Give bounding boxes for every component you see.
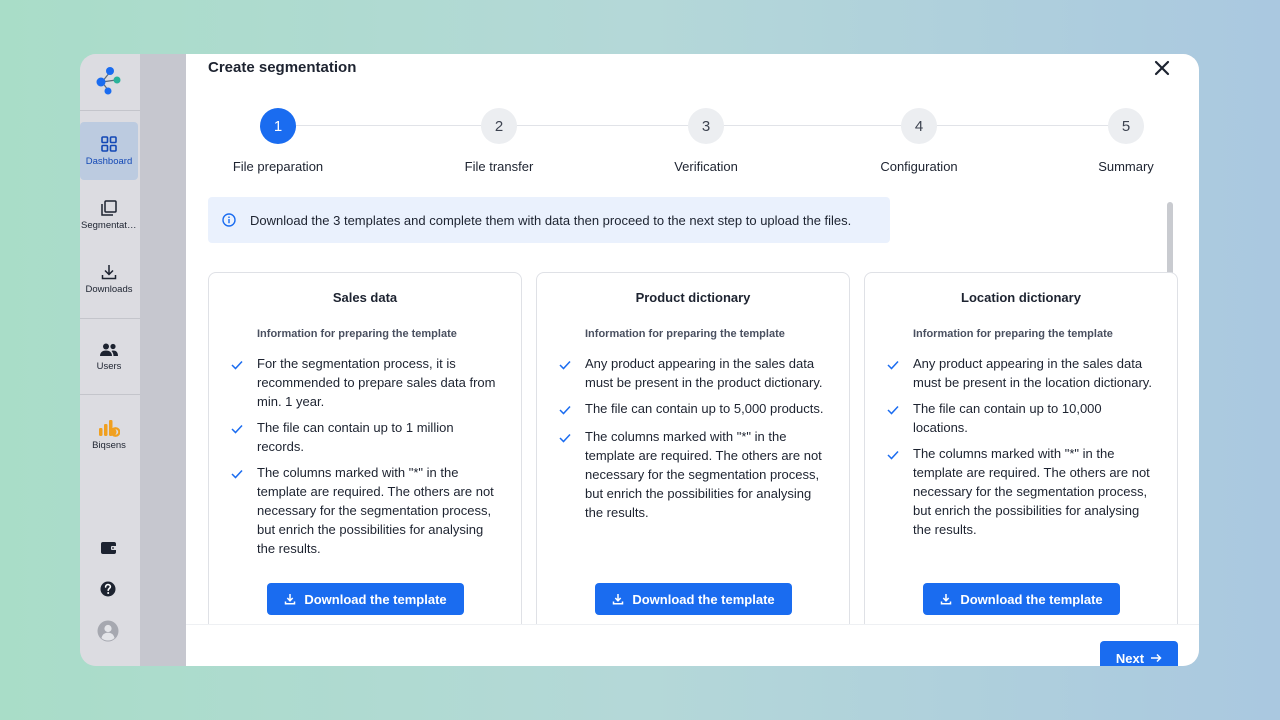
layers-icon — [101, 200, 117, 216]
card-location-dictionary: Location dictionary Information for prep… — [864, 272, 1178, 624]
card-bullets: For the segmentation process, it is reco… — [231, 354, 497, 558]
step-summary[interactable]: 5 Summary — [1056, 108, 1196, 174]
button-label: Next — [1115, 650, 1145, 666]
step-number: 2 — [481, 108, 517, 144]
avatar-icon[interactable] — [97, 620, 119, 642]
check-icon — [231, 360, 243, 370]
sidebar-item-biqsens[interactable]: Biqsens — [80, 406, 138, 464]
step-number: 3 — [688, 108, 724, 144]
sidebar-item-label: Users — [96, 361, 122, 372]
card-sales-data: Sales data Information for preparing the… — [208, 272, 522, 624]
button-label: Download the template — [960, 591, 1103, 607]
step-label: File preparation — [232, 159, 324, 174]
sidebar-item-label: Downloads — [85, 284, 133, 295]
card-product-dictionary: Product dictionary Information for prepa… — [536, 272, 850, 624]
list-item: The columns marked with "*" in the templ… — [887, 444, 1153, 539]
bullet-text: For the segmentation process, it is reco… — [257, 356, 496, 409]
download-template-button[interactable]: Download the template — [923, 583, 1120, 615]
list-item: The columns marked with "*" in the templ… — [231, 463, 497, 558]
template-cards: Sales data Information for preparing the… — [186, 272, 1199, 624]
card-subtitle: Information for preparing the template — [585, 328, 785, 340]
step-verification[interactable]: 3 Verification — [636, 108, 776, 174]
bullet-text: The columns marked with "*" in the templ… — [585, 429, 822, 520]
app-logo-icon[interactable] — [92, 64, 124, 96]
list-item: The file can contain up to 10,000 locati… — [887, 399, 1153, 437]
sidebar-divider — [80, 394, 140, 395]
card-bullets: Any product appearing in the sales data … — [887, 354, 1153, 539]
step-configuration[interactable]: 4 Configuration — [849, 108, 989, 174]
sidebar: Dashboard Segmentations Downloads User — [80, 54, 140, 666]
sidebar-item-label: Biqsens — [92, 440, 126, 451]
bullet-text: The file can contain up to 1 million rec… — [257, 420, 454, 454]
bullet-text: Any product appearing in the sales data … — [585, 356, 823, 390]
sidebar-item-users[interactable]: Users — [80, 328, 138, 386]
info-icon — [222, 213, 236, 227]
biqsens-logo-icon — [99, 420, 120, 437]
step-file-preparation[interactable]: 1 File preparation — [208, 108, 348, 174]
card-bullets: Any product appearing in the sales data … — [559, 354, 825, 522]
list-item: Any product appearing in the sales data … — [559, 354, 825, 392]
list-item: The file can contain up to 1 million rec… — [231, 418, 497, 456]
info-text: Download the 3 templates and complete th… — [250, 212, 852, 228]
arrow-right-icon — [1151, 653, 1162, 663]
step-number: 1 — [260, 108, 296, 144]
next-button[interactable]: Next — [1100, 641, 1178, 666]
download-icon — [285, 594, 296, 605]
check-icon — [887, 360, 899, 370]
check-icon — [887, 405, 899, 415]
download-icon — [613, 594, 624, 605]
check-icon — [559, 360, 571, 370]
card-title: Product dictionary — [635, 290, 751, 305]
users-icon — [100, 343, 118, 356]
sidebar-item-downloads[interactable]: Downloads — [80, 250, 138, 308]
bullet-text: The columns marked with "*" in the templ… — [913, 446, 1150, 537]
list-item: Any product appearing in the sales data … — [887, 354, 1153, 392]
card-title: Sales data — [332, 290, 398, 305]
download-icon — [101, 265, 117, 280]
help-icon[interactable] — [99, 580, 117, 598]
grid-icon — [101, 136, 117, 152]
step-number: 5 — [1108, 108, 1144, 144]
bullet-text: Any product appearing in the sales data … — [913, 356, 1152, 390]
check-icon — [887, 450, 899, 460]
list-item: For the segmentation process, it is reco… — [231, 354, 497, 411]
sidebar-divider — [80, 110, 140, 111]
sidebar-item-segmentations[interactable]: Segmentations — [80, 186, 138, 244]
button-label: Download the template — [632, 591, 775, 607]
close-icon[interactable] — [1151, 57, 1173, 79]
list-item: The columns marked with "*" in the templ… — [559, 427, 825, 522]
download-icon — [941, 594, 952, 605]
sidebar-divider — [80, 318, 140, 319]
app-window: Dashboard Segmentations Downloads User — [80, 54, 1199, 666]
sidebar-item-dashboard[interactable]: Dashboard — [80, 122, 138, 180]
dialog-title: Create segmentation — [208, 59, 357, 76]
card-subtitle: Information for preparing the template — [257, 328, 457, 340]
check-icon — [559, 433, 571, 443]
step-label: Configuration — [880, 159, 958, 174]
step-label: Summary — [1098, 159, 1154, 174]
bullet-text: The file can contain up to 5,000 product… — [585, 401, 824, 416]
list-item: The file can contain up to 5,000 product… — [559, 399, 825, 420]
download-template-button[interactable]: Download the template — [595, 583, 792, 615]
bullet-text: The columns marked with "*" in the templ… — [257, 465, 494, 556]
button-label: Download the template — [304, 591, 447, 607]
step-file-transfer[interactable]: 2 File transfer — [429, 108, 569, 174]
info-banner: Download the 3 templates and complete th… — [208, 197, 890, 243]
step-label: File transfer — [464, 159, 534, 174]
footer-divider — [186, 624, 1199, 625]
check-icon — [559, 405, 571, 415]
check-icon — [231, 424, 243, 434]
wallet-icon[interactable] — [99, 540, 119, 556]
modal-backdrop — [140, 54, 186, 666]
sidebar-item-label: Dashboard — [85, 156, 133, 167]
check-icon — [231, 469, 243, 479]
download-template-button[interactable]: Download the template — [267, 583, 464, 615]
card-subtitle: Information for preparing the template — [913, 328, 1113, 340]
bullet-text: The file can contain up to 10,000 locati… — [913, 401, 1102, 435]
card-title: Location dictionary — [961, 290, 1081, 305]
create-segmentation-dialog: Create segmentation 1 File preparation 2… — [186, 54, 1199, 666]
step-label: Verification — [674, 159, 738, 174]
step-number: 4 — [901, 108, 937, 144]
sidebar-item-label: Segmentations — [81, 220, 137, 231]
